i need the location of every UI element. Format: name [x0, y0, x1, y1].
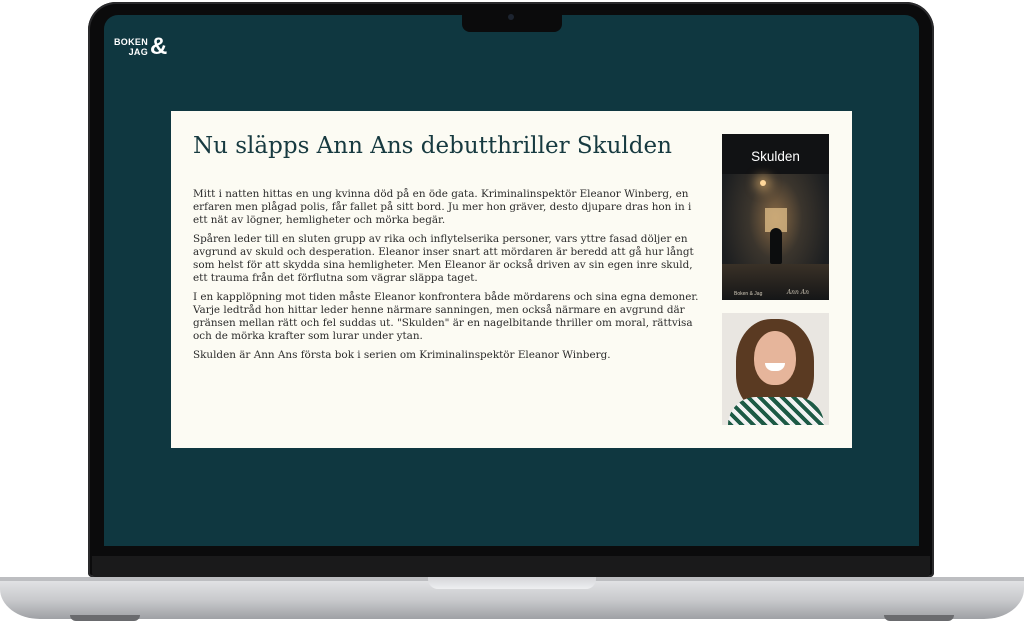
laptop-foot-right	[884, 615, 954, 621]
author-face	[754, 331, 796, 385]
logo-line-boken: BOKEN	[114, 37, 149, 47]
article-paragraph: Skulden är Ann Ans första bok i serien o…	[193, 349, 611, 361]
site-logo[interactable]: BOKEN JAG &	[114, 33, 168, 60]
street-lamp-icon	[760, 180, 766, 186]
book-cover-image: Skulden Boken & Jag Ann An	[722, 134, 829, 300]
author-shirt	[728, 397, 824, 425]
cover-author: Ann An	[786, 289, 809, 296]
article-paragraph: Mitt i natten hittas en ung kvinna död p…	[193, 188, 692, 226]
cover-publisher-mark: Boken & Jag	[734, 291, 763, 297]
article-body: Mitt i natten hittas en ung kvinna död p…	[193, 188, 701, 368]
camera-icon	[508, 14, 514, 20]
cover-title: Skulden	[751, 149, 800, 164]
article-paragraph: Spåren leder till en sluten grupp av rik…	[193, 233, 694, 284]
logo-text: BOKEN JAG	[114, 37, 148, 57]
cover-illustration	[722, 174, 829, 300]
author-photo	[722, 313, 829, 425]
screen: BOKEN JAG & Nu släpps Ann Ans debutthril…	[104, 15, 919, 546]
silhouette-figure-icon	[770, 228, 782, 264]
article-paragraph: I en kapplöpning mot tiden måste Eleanor…	[193, 291, 699, 342]
laptop-lid-bottom	[92, 556, 930, 577]
logo-line-jag: JAG	[128, 47, 149, 57]
article-title: Nu släpps Ann Ans debutthriller Skulden	[193, 133, 672, 159]
article-card: Nu släpps Ann Ans debutthriller Skulden …	[171, 111, 852, 448]
laptop-foot-left	[70, 615, 140, 621]
laptop-hinge-notch	[428, 577, 596, 589]
logo-ampersand: &	[150, 33, 168, 60]
